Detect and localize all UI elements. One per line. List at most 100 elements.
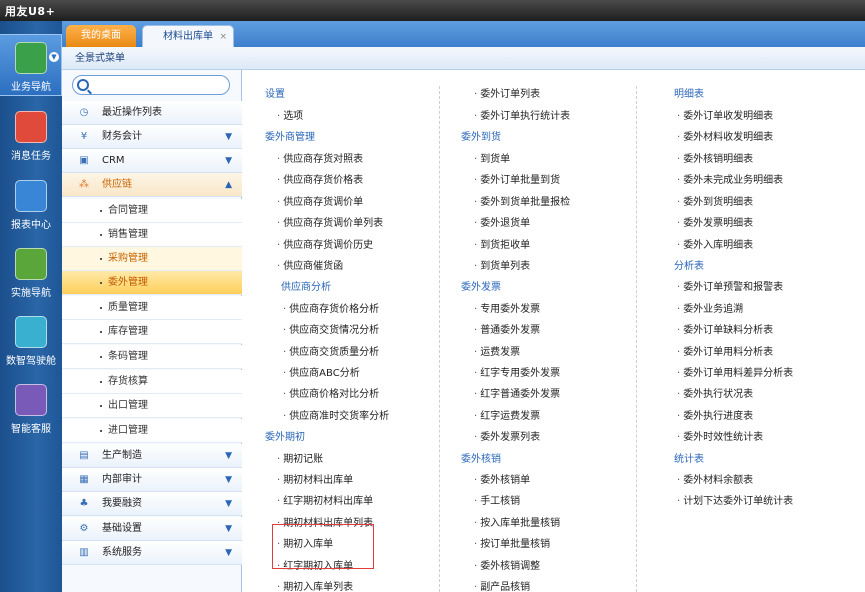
menu-link[interactable]: 委外核销调整 <box>474 557 540 572</box>
tree-label: 最近操作列表 <box>102 107 162 118</box>
menu-link[interactable]: 委外到货明细表 <box>677 193 753 208</box>
search-input[interactable] <box>93 77 223 93</box>
menu-link[interactable]: 供应商存货调价历史 <box>277 236 373 251</box>
menu-link[interactable]: 供应商价格对比分析 <box>283 385 379 400</box>
subitem-label: 销售管理 <box>108 229 148 240</box>
tree-subitem-outsourcing[interactable]: 委外管理 <box>62 271 242 295</box>
nav-cockpit[interactable]: 数智驾驶舱 <box>0 309 62 371</box>
menu-link[interactable]: 期初入库单列表 <box>277 578 353 592</box>
menu-link[interactable]: 到货单 <box>474 150 510 165</box>
app-window: 用友U8+ 业务导航 ▼ 消息任务 报表中心 实施导航 数智驾驶舱 智能客服 我… <box>0 0 865 592</box>
menu-link[interactable]: 供应商催货函 <box>277 257 343 272</box>
menu-link[interactable]: 供应商存货价格表 <box>277 171 363 186</box>
menu-link[interactable]: 手工核销 <box>474 492 520 507</box>
menu-link[interactable]: 委外订单列表 <box>474 85 540 100</box>
menu-link[interactable]: 委外业务追溯 <box>677 300 743 315</box>
menu-link[interactable]: 供应商存货价格分析 <box>283 300 379 315</box>
menu-link[interactable]: 供应商交货质量分析 <box>283 343 379 358</box>
menu-link[interactable]: 委外订单执行统计表 <box>474 107 570 122</box>
tree-item-production[interactable]: ▤ 生产制造 ▼ <box>62 444 242 468</box>
tree-subitem-stock-accounting[interactable]: 存货核算 <box>62 370 242 394</box>
menu-link[interactable]: 委外发票列表 <box>474 428 540 443</box>
nav-message-task[interactable]: 消息任务 <box>0 104 62 166</box>
tree-item-recent[interactable]: ◷ 最近操作列表 <box>62 101 242 125</box>
menu-link[interactable]: 供应商交货情况分析 <box>283 321 379 336</box>
menu-link[interactable]: 委外订单用料差异分析表 <box>677 364 793 379</box>
tab-material-outbound[interactable]: 材料出库单 × <box>142 25 234 47</box>
menu-link[interactable]: 到货拒收单 <box>474 236 530 251</box>
tree-subitem-contract[interactable]: 合同管理 <box>62 199 242 223</box>
menu-link[interactable]: 供应商ABC分析 <box>283 364 360 379</box>
tree-subitem-purchase[interactable]: 采购管理 <box>62 247 242 271</box>
menu-link[interactable]: 按订单批量核销 <box>474 535 550 550</box>
menu-link[interactable]: 期初材料出库单 <box>277 471 353 486</box>
search-icon <box>77 79 89 91</box>
menu-link[interactable]: 委外订单收发明细表 <box>677 107 773 122</box>
menu-link[interactable]: 红字运费发票 <box>474 407 540 422</box>
menu-link[interactable]: 委外材料余额表 <box>677 471 753 486</box>
tree-item-base-settings[interactable]: ⚙ 基础设置 ▼ <box>62 517 242 541</box>
menu-link[interactable]: 委外核销单 <box>474 471 530 486</box>
menu-link[interactable]: 按入库单批量核销 <box>474 514 560 529</box>
tree-item-audit[interactable]: ▦ 内部审计 ▼ <box>62 468 242 492</box>
menu-link[interactable]: 供应商准时交货率分析 <box>283 407 389 422</box>
menu-link[interactable]: 普通委外发票 <box>474 321 540 336</box>
menu-link[interactable]: 运费发票 <box>474 343 520 358</box>
menu-link[interactable]: 委外到货单批量报检 <box>474 193 570 208</box>
nav-report-center[interactable]: 报表中心 <box>0 173 62 235</box>
group-opening: 委外期初 <box>265 432 305 443</box>
column-divider <box>439 86 440 592</box>
menu-link[interactable]: 委外核销明细表 <box>677 150 753 165</box>
nav-smart-service[interactable]: 智能客服 <box>0 377 62 439</box>
tree-item-system-service[interactable]: ▥ 系统服务 ▼ <box>62 541 242 565</box>
menu-link[interactable]: 期初记账 <box>277 450 323 465</box>
menu-link[interactable]: 红字专用委外发票 <box>474 364 560 379</box>
tree-label: 生产制造 <box>102 450 142 461</box>
bullet-icon <box>100 356 102 358</box>
menu-link[interactable]: 供应商存货调价单列表 <box>277 214 383 229</box>
chevron-down-icon[interactable]: ▼ <box>49 52 59 62</box>
menu-link[interactable]: 委外未完成业务明细表 <box>677 171 783 186</box>
tree-item-financing[interactable]: ♣ 我要融资 ▼ <box>62 492 242 516</box>
menu-link[interactable]: 委外执行进度表 <box>677 407 753 422</box>
tree-subitem-barcode[interactable]: 条码管理 <box>62 345 242 369</box>
tree-subitem-export[interactable]: 出口管理 <box>62 394 242 418</box>
nav-implementation[interactable]: 实施导航 <box>0 241 62 303</box>
tab-my-desktop[interactable]: 我的桌面 <box>66 25 136 47</box>
nav-label: 业务导航 <box>11 82 51 93</box>
yen-icon: ¥ <box>80 131 88 142</box>
nav-business-navigation[interactable]: 业务导航 ▼ <box>0 34 62 96</box>
menu-link[interactable]: 红字期初材料出库单 <box>277 492 373 507</box>
tree-subitem-inventory[interactable]: 库存管理 <box>62 320 242 344</box>
menu-link[interactable]: 专用委外发票 <box>474 300 540 315</box>
menu-link[interactable]: 选项 <box>277 107 303 122</box>
tree-subitem-import[interactable]: 进口管理 <box>62 419 242 443</box>
menu-link[interactable]: 委外发票明细表 <box>677 214 753 229</box>
menu-link[interactable]: 委外订单用料分析表 <box>677 343 773 358</box>
cockpit-icon <box>15 316 47 348</box>
menu-link[interactable]: 委外订单批量到货 <box>474 171 560 186</box>
tree-subitem-sales[interactable]: 销售管理 <box>62 223 242 247</box>
chevron-down-icon: ▼ <box>225 548 232 558</box>
menu-link[interactable]: 副产品核销 <box>474 578 530 592</box>
menu-link[interactable]: 供应商存货调价单 <box>277 193 363 208</box>
title-bar: 用友U8+ <box>0 0 865 21</box>
menu-link[interactable]: 委外订单预警和报警表 <box>677 278 783 293</box>
search-box[interactable] <box>72 75 230 95</box>
menu-link[interactable]: 计划下达委外订单统计表 <box>677 492 793 507</box>
menu-link[interactable]: 委外执行状况表 <box>677 385 753 400</box>
menu-link[interactable]: 委外订单缺料分析表 <box>677 321 773 336</box>
menu-link[interactable]: 委外入库明细表 <box>677 236 753 251</box>
menu-link[interactable]: 委外材料收发明细表 <box>677 128 773 143</box>
menu-link[interactable]: 委外退货单 <box>474 214 530 229</box>
menu-link[interactable]: 供应商存货对照表 <box>277 150 363 165</box>
menu-link[interactable]: 委外时效性统计表 <box>677 428 763 443</box>
smart-service-icon <box>15 384 47 416</box>
menu-link[interactable]: 到货单列表 <box>474 257 530 272</box>
close-icon[interactable]: × <box>219 26 227 48</box>
tree-item-supply-chain[interactable]: ⁂ 供应链 ▲ <box>62 173 242 197</box>
tree-item-crm[interactable]: ▣ CRM ▼ <box>62 149 242 173</box>
menu-link[interactable]: 红字普通委外发票 <box>474 385 560 400</box>
tree-subitem-quality[interactable]: 质量管理 <box>62 296 242 320</box>
tree-item-finance[interactable]: ¥ 财务会计 ▼ <box>62 125 242 149</box>
